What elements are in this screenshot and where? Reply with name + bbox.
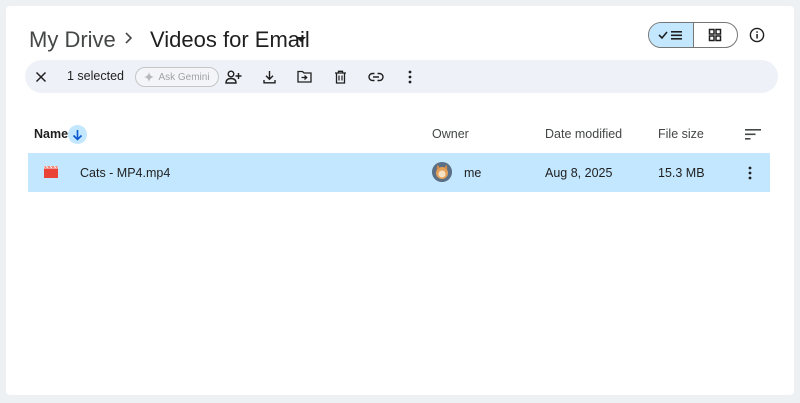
date-modified: Aug 8, 2025 bbox=[545, 166, 613, 180]
trash-icon bbox=[334, 70, 346, 84]
caret-down-icon[interactable] bbox=[295, 36, 307, 44]
chevron-right-icon bbox=[125, 32, 133, 44]
view-toggle bbox=[648, 22, 738, 48]
selection-count: 1 selected bbox=[67, 69, 124, 83]
column-header-date-modified[interactable]: Date modified bbox=[545, 127, 622, 141]
ask-gemini-label: Ask Gemini bbox=[158, 71, 210, 83]
delete-button[interactable] bbox=[331, 60, 349, 93]
ask-gemini-button[interactable]: Ask Gemini bbox=[135, 67, 219, 87]
copy-link-button[interactable] bbox=[366, 60, 386, 93]
share-button[interactable] bbox=[224, 60, 242, 93]
selection-toolbar: 1 selected Ask Gemini bbox=[25, 60, 778, 93]
more-vert-icon bbox=[748, 166, 752, 180]
column-header-file-size[interactable]: File size bbox=[658, 127, 704, 141]
avatar bbox=[432, 162, 452, 182]
file-name[interactable]: Cats - MP4.mp4 bbox=[80, 166, 170, 180]
cat-avatar-icon bbox=[432, 162, 452, 182]
breadcrumb-my-drive[interactable]: My Drive bbox=[29, 27, 116, 53]
sort-direction-button[interactable] bbox=[68, 125, 87, 144]
close-icon bbox=[35, 71, 47, 82]
list-view-button[interactable] bbox=[649, 23, 694, 47]
more-vert-icon bbox=[408, 70, 412, 83]
column-header-name[interactable]: Name bbox=[34, 127, 68, 141]
grid-icon bbox=[709, 28, 722, 42]
table-row[interactable]: Cats - MP4.mp4 me Aug 8, 2025 15.3 MB bbox=[28, 153, 770, 192]
grid-view-button[interactable] bbox=[694, 23, 738, 47]
row-more-actions-button[interactable] bbox=[742, 164, 758, 182]
sort-options-icon[interactable] bbox=[744, 127, 762, 141]
details-button[interactable] bbox=[746, 24, 768, 46]
clear-selection-button[interactable] bbox=[33, 60, 49, 93]
video-file-icon bbox=[44, 166, 58, 178]
link-icon bbox=[368, 72, 384, 81]
more-actions-button[interactable] bbox=[403, 60, 417, 93]
move-button[interactable] bbox=[295, 60, 313, 93]
arrow-down-icon bbox=[72, 129, 83, 141]
drive-panel: My Drive Videos for Email 1 selected Ask… bbox=[6, 6, 794, 395]
breadcrumb-current-folder[interactable]: Videos for Email bbox=[150, 27, 310, 53]
owner-name: me bbox=[464, 166, 482, 180]
move-to-folder-icon bbox=[296, 70, 312, 83]
download-button[interactable] bbox=[260, 60, 278, 93]
person-add-icon bbox=[224, 70, 241, 84]
info-icon bbox=[749, 27, 765, 43]
download-icon bbox=[262, 70, 276, 83]
file-size: 15.3 MB bbox=[658, 166, 705, 180]
column-header-owner[interactable]: Owner bbox=[432, 127, 469, 141]
sparkle-icon bbox=[144, 72, 155, 82]
check-list-icon bbox=[658, 31, 682, 40]
